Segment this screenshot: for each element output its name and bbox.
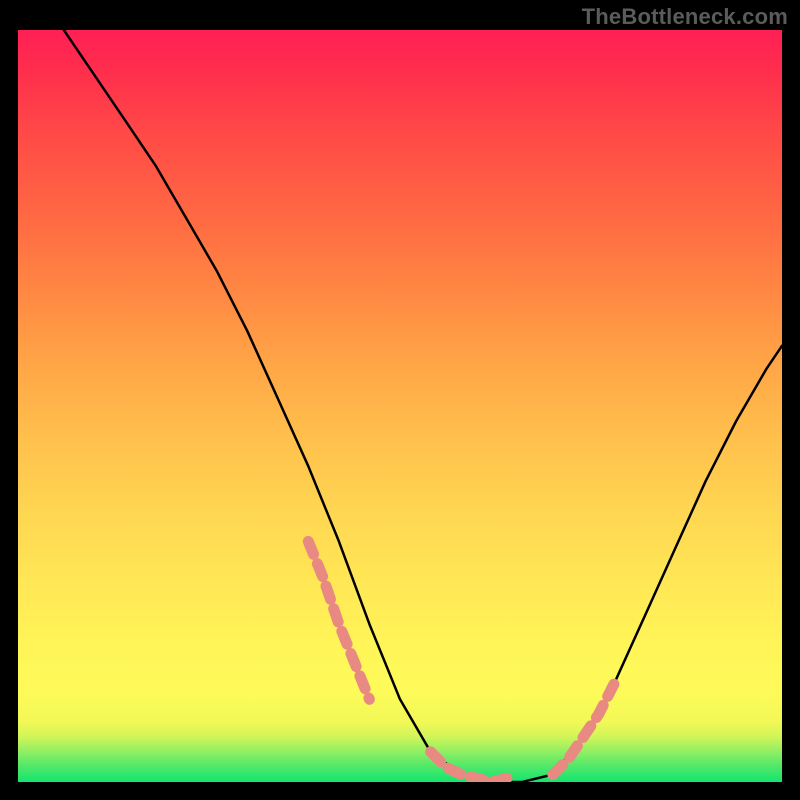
watermark-text: TheBottleneck.com (582, 4, 788, 30)
bottleneck-curve-line (64, 30, 782, 782)
chart-svg (18, 30, 782, 782)
highlight-dots (308, 541, 614, 782)
chart-frame: TheBottleneck.com (0, 0, 800, 800)
chart-plot-area (18, 30, 782, 782)
